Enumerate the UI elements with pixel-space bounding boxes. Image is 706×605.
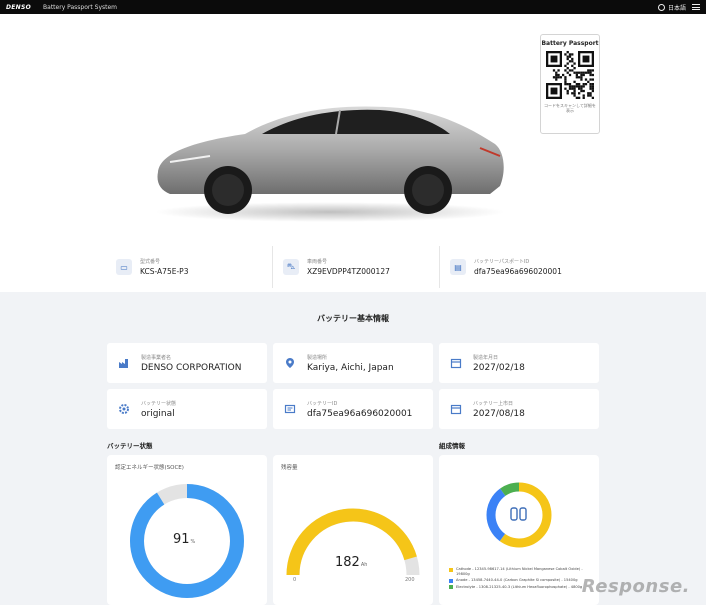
card-value: 2027/02/18 [473, 362, 525, 373]
top-right-controls: 日本語 [657, 3, 700, 12]
passport-caption: コードをスキャンして詳細を表示 [544, 103, 596, 113]
card-label: バッテリー状態 [141, 400, 177, 407]
card-label: バッテリーID [307, 400, 338, 407]
passport-id-cell: ▤ バッテリーパスポートID dfa75ea96a696020001 [440, 246, 606, 288]
card-value: dfa75ea96a696020001 [307, 408, 413, 419]
id-label: バッテリーパスポートID [474, 259, 530, 265]
card-location: 製造場所 Kariya, Aichi, Japan [273, 343, 433, 383]
id-label: 車両番号 [307, 259, 328, 265]
qr-code[interactable] [546, 51, 594, 99]
soce-value: 91% [173, 532, 195, 547]
id-value: KCS-A75E-P3 [140, 267, 189, 276]
id-label: 型式番号 [140, 259, 161, 265]
soce-card: 認定エネルギー状態(SOCE) 91% [107, 455, 267, 605]
soce-unit: % [190, 539, 196, 545]
capacity-max: 200 [405, 577, 415, 583]
legend-item: Electrolyte - 1308-21325-40-3 (Lithium H… [449, 585, 597, 590]
capacity-min: 0 [293, 577, 297, 583]
calendar-icon [449, 356, 463, 370]
factory-icon [117, 356, 131, 370]
composition-donut [486, 482, 552, 548]
id-icon [283, 402, 297, 416]
card-battery-id: バッテリーID dfa75ea96a696020001 [273, 389, 433, 429]
car-icon: ⛍ [283, 259, 299, 275]
card-label: 製造場所 [307, 354, 328, 361]
card-battery-state: バッテリー状態 original [107, 389, 267, 429]
composition-legend: Cathode - 12345-98617-14 (Lithium Nickel… [449, 567, 597, 591]
battery-icon: ▭ [116, 259, 132, 275]
subhead-composition: 組成情報 [439, 442, 465, 450]
watermark: Response. [581, 576, 690, 597]
capacity-number: 182 [335, 555, 360, 570]
soce-number: 91 [173, 532, 190, 547]
card-label: 製造事業者名 [141, 354, 172, 361]
legend-text: Electrolyte - 1308-21325-40-3 (Lithium H… [456, 584, 583, 589]
subhead-battery-status: バッテリー状態 [107, 442, 153, 450]
id-value: XZ9EVDPP4TZ000127 [307, 267, 390, 276]
capacity-label: 残容量 [281, 465, 298, 471]
card-manufacturer: 製造事業者名 DENSO CORPORATION [107, 343, 267, 383]
legend-swatch [449, 578, 453, 583]
vehicle-number-cell: ⛍ 車両番号 XZ9EVDPP4TZ000127 [273, 246, 440, 288]
composition-card: Cathode - 12345-98617-14 (Lithium Nickel… [439, 455, 599, 605]
car-image [155, 106, 505, 222]
soce-label: 認定エネルギー状態(SOCE) [115, 465, 184, 471]
card-value: DENSO CORPORATION [141, 362, 242, 373]
top-bar: DENSO Battery Passport System 日本語 [0, 0, 706, 14]
card-value: Kariya, Aichi, Japan [307, 362, 394, 373]
capacity-gauge [286, 508, 420, 576]
legend-text: Anode - 13458-7440-44-0 (Carbon Graphite… [456, 578, 578, 583]
legend-item: Cathode - 12345-98617-14 (Lithium Nickel… [449, 567, 597, 576]
card-value: original [141, 408, 175, 419]
card-value: 2027/08/18 [473, 408, 525, 419]
legend-item: Anode - 13458-7440-44-0 (Carbon Graphite… [449, 578, 597, 583]
capacity-card: 残容量 182Ah 0 200 [273, 455, 433, 605]
calendar-icon [449, 402, 463, 416]
identifier-row: ▭ 型式番号 KCS-A75E-P3 ⛍ 車両番号 XZ9EVDPP4TZ000… [106, 246, 606, 288]
section-title-basic-info: バッテリー基本情報 [317, 314, 389, 323]
battery-passport-card: Battery Passport コードをスキャンして詳細を表示 [540, 34, 600, 134]
globe-icon[interactable] [657, 3, 665, 11]
location-icon [283, 356, 297, 370]
card-market-date: バッテリー上市日 2027/08/18 [439, 389, 599, 429]
id-card-icon: ▤ [450, 259, 466, 275]
model-number-cell: ▭ 型式番号 KCS-A75E-P3 [106, 246, 273, 288]
battery-cells-icon [510, 507, 527, 521]
hero-section: Battery Passport コードをスキャンして詳細を表示 [0, 14, 706, 250]
passport-title: Battery Passport [541, 40, 599, 47]
card-label: 製造年月日 [473, 354, 499, 361]
card-manufacture-date: 製造年月日 2027/02/18 [439, 343, 599, 383]
card-label: バッテリー上市日 [473, 400, 514, 407]
legend-swatch [449, 585, 453, 590]
legend-text: Cathode - 12345-98617-14 (Lithium Nickel… [456, 567, 583, 576]
brand-logo: DENSO [6, 3, 32, 11]
capacity-unit: Ah [360, 562, 368, 568]
capacity-value: 182Ah [335, 555, 367, 570]
menu-icon[interactable] [692, 4, 700, 10]
gear-icon [117, 402, 131, 416]
id-value: dfa75ea96a696020001 [474, 267, 562, 276]
language-selector[interactable]: 日本語 [668, 3, 686, 12]
legend-swatch [449, 567, 453, 572]
app-title: Battery Passport System [43, 3, 118, 11]
